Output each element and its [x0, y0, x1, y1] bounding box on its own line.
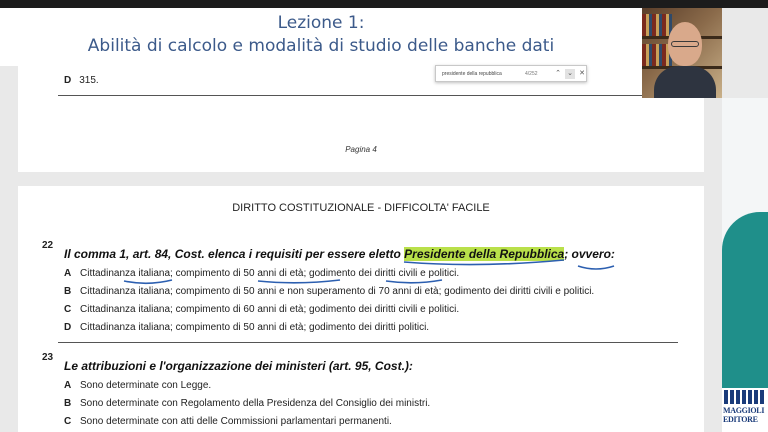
option-letter: C	[64, 416, 72, 427]
presenter-body	[654, 66, 716, 98]
option-row: D 315.	[64, 75, 99, 86]
option-text: Sono determinate con Regolamento della P…	[80, 398, 431, 409]
option-letter: D	[64, 322, 72, 333]
chevron-down-icon[interactable]: ⌄	[565, 69, 575, 79]
question-number: 22	[42, 240, 54, 251]
ink-underline	[385, 279, 443, 284]
question-number: 23	[42, 352, 54, 363]
answer-option: B Sono determinate con Regolamento della …	[64, 398, 430, 409]
section-title: DIRITTO COSTITUZIONALE - DIFFICOLTA' FAC…	[232, 202, 490, 214]
option-text: Sono determinate con Legge.	[80, 380, 212, 391]
ink-underline	[257, 279, 341, 284]
page-number: Pagina 4	[345, 145, 377, 154]
slide-title-line2: Abilità di calcolo e modalità di studio …	[87, 36, 555, 56]
bookshelf	[642, 14, 672, 36]
question-text: Le attribuzioni e l'organizzazione dei m…	[64, 359, 413, 373]
answer-option: B Cittadinanza italiana; compimento di 50…	[64, 286, 594, 297]
find-input[interactable]: presidente della repubblica	[442, 71, 502, 77]
divider	[58, 95, 698, 96]
logo-bars-icon	[724, 390, 766, 404]
logo-text-line2: EDITORE	[723, 415, 758, 424]
option-text: Cittadinanza italiana; compimento di 50 …	[80, 286, 595, 297]
question-text: Il comma 1, art. 84, Cost. elenca i requ…	[64, 247, 615, 261]
divider	[58, 342, 678, 343]
document-page-current: DIRITTO COSTITUZIONALE - DIFFICOLTA' FAC…	[18, 186, 704, 432]
chevron-up-icon[interactable]: ⌃	[553, 69, 563, 79]
option-text: Cittadinanza italiana; compimento di 50 …	[80, 322, 430, 333]
answer-option: A Sono determinate con Legge.	[64, 380, 211, 391]
option-text: Cittadinanza italiana; compimento di 50 …	[80, 268, 460, 279]
answer-option: C Sono determinate con atti delle Commiss…	[64, 416, 392, 427]
logo-text-line1: MAGGIOLI	[723, 406, 765, 415]
answer-option: D Cittadinanza italiana; compimento di 50…	[64, 322, 429, 333]
teal-decoration	[722, 212, 768, 390]
search-highlight: Presidente della Repubblica	[404, 247, 565, 261]
option-text: Cittadinanza italiana; compimento di 60 …	[80, 304, 460, 315]
answer-option: C Cittadinanza italiana; compimento di 60…	[64, 304, 459, 315]
maggioli-logo: MAGGIOLI EDITORE	[722, 388, 768, 432]
option-text: Sono determinate con atti delle Commissi…	[80, 416, 392, 427]
option-text: 315.	[79, 75, 99, 86]
slide-title-line1: Lezione 1:	[277, 13, 365, 33]
ink-underline	[123, 279, 173, 285]
answer-option: A Cittadinanza italiana; compimento di 50…	[64, 268, 459, 279]
ink-underline	[577, 265, 615, 270]
option-letter: C	[64, 304, 72, 315]
presenter-glasses	[671, 41, 699, 47]
top-bar	[0, 0, 768, 8]
document-page-previous: D 315. Pagina 4	[18, 66, 704, 172]
option-letter: A	[64, 380, 72, 391]
question-text-part: Il comma 1, art. 84, Cost. elenca i requ…	[64, 247, 405, 261]
option-letter: B	[64, 286, 72, 297]
question-text-part: ; ovvero:	[564, 247, 615, 261]
option-letter: B	[64, 398, 72, 409]
find-match-count: 4/252	[525, 71, 538, 77]
webcam-video	[642, 8, 722, 98]
close-icon[interactable]: ✕	[577, 69, 587, 79]
option-letter: D	[64, 75, 72, 86]
slide-title-banner: Lezione 1: Abilità di calcolo e modalità…	[0, 8, 642, 66]
find-bar: presidente della repubblica 4/252 ⌃ ⌄ ✕	[435, 65, 587, 82]
option-letter: A	[64, 268, 72, 279]
